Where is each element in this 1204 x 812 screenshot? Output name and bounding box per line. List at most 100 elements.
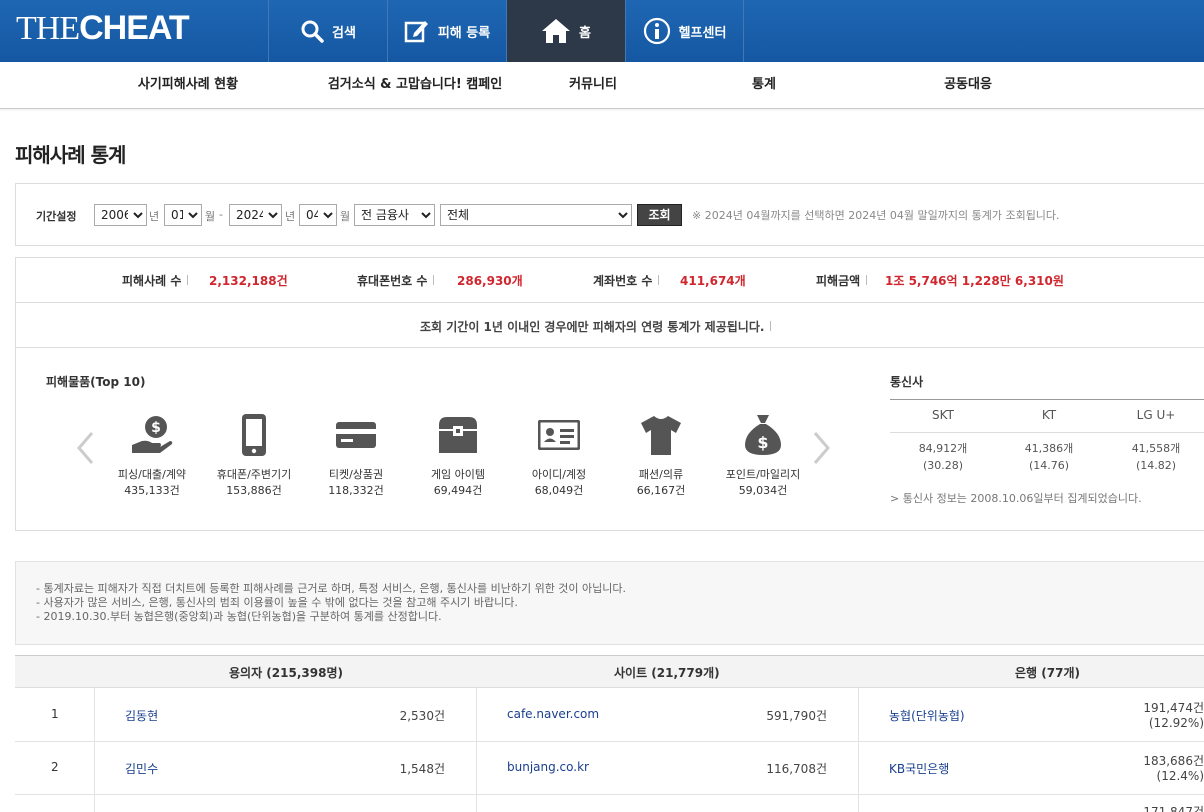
divider [16, 347, 1204, 348]
nav-help-label: 헬프센터 [678, 25, 727, 41]
item-ticket[interactable]: 티켓/상품권 118,332건 [306, 410, 406, 499]
bank-pct: (12.4%) [1156, 769, 1204, 783]
nav-search-label: 검색 [332, 25, 356, 41]
carrier-skt-pct: (30.28) [922, 459, 964, 472]
money-hand-icon: $ [102, 410, 202, 460]
from-year-select[interactable]: 2006 [94, 204, 147, 226]
item-phone[interactable]: 휴대폰/주변기기 153,886건 [204, 410, 304, 499]
subnav-statistics[interactable]: 통계 [752, 62, 776, 108]
stat-cases-value: 2,132,188건 [209, 274, 288, 288]
page-title: 피해사례 통계 [15, 143, 126, 167]
stat-cases-label: 피해사례 수 [122, 272, 194, 289]
item-count: 435,133건 [124, 484, 180, 497]
row-rank: 2 [51, 760, 59, 774]
nav-register[interactable]: 피해 등록 [387, 0, 506, 62]
nav-search[interactable]: 검색 [268, 0, 387, 62]
suspect-count: 1,548건 [399, 762, 445, 776]
suspect-header: 용의자 (215,398명) [229, 666, 343, 680]
row-divider [15, 741, 1204, 742]
shirt-icon [611, 410, 711, 460]
carousel-prev-icon[interactable] [74, 430, 96, 474]
item-account[interactable]: 아이디/계정 68,049건 [509, 410, 609, 499]
range-dash: - [219, 208, 223, 221]
card-icon [306, 410, 406, 460]
carrier-lgu-pct: (14.82) [1135, 459, 1177, 472]
site-count: 591,790건 [766, 709, 827, 723]
site-count: 116,708건 [766, 762, 827, 776]
logo[interactable]: THECHEAT [16, 8, 190, 49]
site-link[interactable]: cafe.naver.com [507, 707, 599, 721]
search-icon [300, 19, 324, 43]
item-count: 59,034건 [738, 484, 788, 497]
item-count: 68,049건 [534, 484, 584, 497]
top-bar: THECHEAT 검색 피해 등록 홈 헬프센터 [0, 0, 1204, 62]
bank-link[interactable]: KB국민은행 [889, 760, 949, 777]
item-count: 118,332건 [328, 484, 384, 497]
age-notice: 조회 기간이 1년 이내인 경우에만 피해자의 연령 통계가 제공됩니다. [420, 318, 777, 335]
subnav-arrest-campaign[interactable]: 검거소식 & 고맙습니다! 캠페인 [328, 62, 502, 108]
nav-home-label: 홈 [579, 25, 591, 41]
bank-count: 191,474건 [1143, 701, 1204, 715]
to-year-select[interactable]: 2024 [229, 204, 282, 226]
item-fashion[interactable]: 패션/의류 66,167건 [611, 410, 711, 499]
sub-nav: 사기피해사례 현황 검거소식 & 고맙습니다! 캠페인 커뮤니티 통계 공동대응 [0, 62, 1204, 109]
bank-count: 183,686건 [1143, 754, 1204, 768]
svg-text:$: $ [757, 433, 768, 452]
item-name: 피싱/대출/계약 [117, 468, 187, 481]
item-count: 153,886건 [226, 484, 282, 497]
suspect-link[interactable]: 김동현 [125, 707, 158, 724]
site-link[interactable]: bunjang.co.kr [507, 760, 589, 774]
item-name: 패션/의류 [638, 468, 684, 481]
note-line: - 사용자가 많은 서비스, 은행, 통신사의 범죄 이용률이 높을 수 밖에 … [36, 596, 518, 609]
divider [890, 399, 1204, 400]
subnav-community[interactable]: 커뮤니티 [569, 62, 617, 108]
money-bag-icon: $ [713, 410, 813, 460]
item-count: 66,167건 [636, 484, 686, 497]
nav-help[interactable]: 헬프센터 [625, 0, 744, 62]
stat-amount-label: 피해금액 [816, 272, 873, 289]
note-line: - 통계자료는 피해자가 직접 더치트에 등록한 피해사례를 근거로 하며, 특… [36, 582, 627, 595]
subnav-fraud-status[interactable]: 사기피해사례 현황 [138, 62, 238, 108]
row-rank: 1 [51, 707, 59, 721]
home-icon [541, 18, 571, 44]
nav-register-label: 피해 등록 [437, 25, 491, 41]
carrier-kt-pct: (14.76) [1028, 459, 1070, 472]
search-button[interactable]: 조회 [637, 204, 682, 226]
stat-amount-value: 1조 5,746억 1,228만 6,310원 [885, 274, 1064, 288]
stat-phones-value: 286,930개 [457, 274, 523, 288]
edit-icon [404, 18, 430, 44]
logo-text-bold: CHEAT [79, 9, 190, 47]
id-card-icon [509, 410, 609, 460]
carousel-next-icon[interactable] [811, 430, 833, 474]
year-unit: 년 [149, 210, 160, 223]
item-phishing[interactable]: $ 피싱/대출/계약 435,133건 [102, 410, 202, 499]
suspect-count: 2,530건 [399, 709, 445, 723]
item-game[interactable]: 게임 아이템 69,494건 [408, 410, 508, 499]
bank-count: 171,847건 [1143, 805, 1204, 812]
bank-header: 은행 (77개) [1015, 666, 1080, 680]
chest-icon [408, 410, 508, 460]
subnav-joint-response[interactable]: 공동대응 [944, 62, 992, 108]
period-label: 기간설정 [36, 210, 77, 223]
month-unit: 월 [205, 210, 216, 223]
month-unit: 월 [340, 210, 351, 223]
carrier-skt-count: 84,912개 [918, 442, 968, 455]
svg-text:$: $ [151, 420, 161, 436]
nav-home[interactable]: 홈 [506, 0, 625, 62]
carrier-kt: KT [1041, 408, 1057, 422]
stat-phones-label: 휴대폰번호 수 [357, 272, 440, 289]
bank-pct: (12.92%) [1148, 716, 1204, 730]
from-month-select[interactable]: 01 [164, 204, 202, 226]
bank-link[interactable]: 농협(단위농협) [889, 707, 965, 724]
period-notice: ※ 2024년 04월까지를 선택하면 2024년 04월 말일까지의 통계가 … [692, 209, 1060, 222]
year-unit: 년 [285, 210, 296, 223]
suspect-link[interactable]: 김민수 [125, 760, 158, 777]
institution-select[interactable]: 전 금융사 [354, 204, 435, 226]
detail-select[interactable]: 전체 [440, 204, 632, 226]
site-header: 사이트 (21,779개) [614, 666, 720, 680]
phone-icon [204, 410, 304, 460]
to-month-select[interactable]: 04 [299, 204, 337, 226]
item-points[interactable]: $ 포인트/마일리지 59,034건 [713, 410, 813, 499]
item-name: 아이디/계정 [531, 468, 587, 481]
item-name: 휴대폰/주변기기 [216, 468, 292, 481]
